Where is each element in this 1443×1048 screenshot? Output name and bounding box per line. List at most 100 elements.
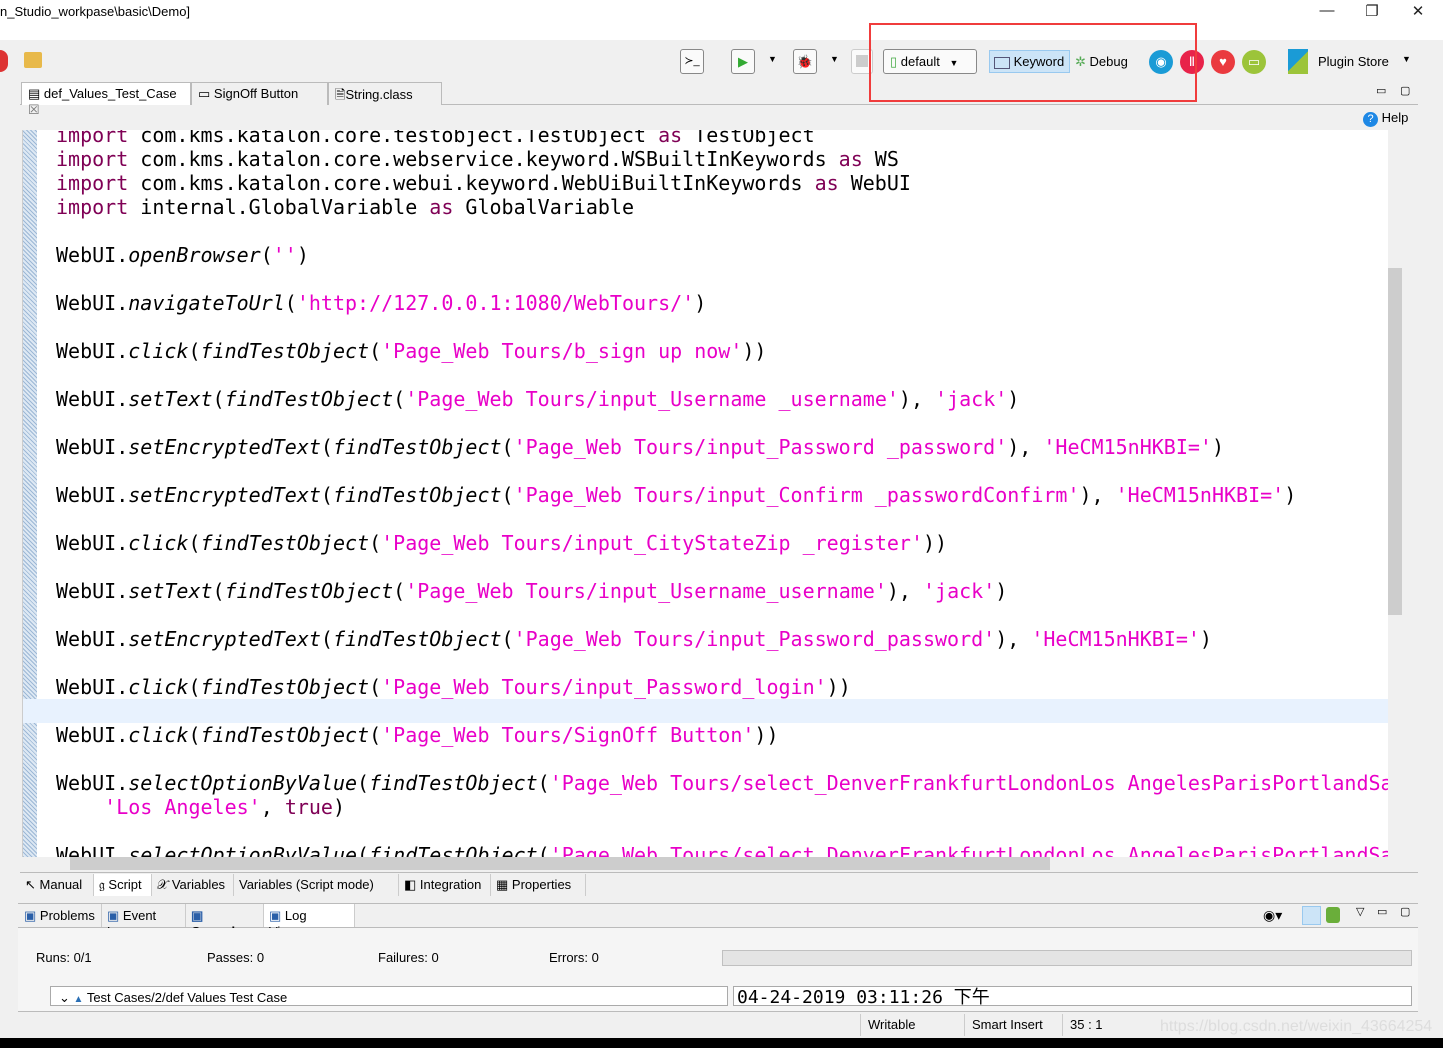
code-line[interactable]: WebUI.setText(findTestObject('Page_Web T… <box>56 387 1388 411</box>
code-line[interactable] <box>56 651 1388 675</box>
code-line[interactable] <box>56 411 1388 435</box>
mode-tab-script[interactable]: 𝔤 Script <box>94 874 152 896</box>
script-icon: 𝔤 <box>99 877 105 892</box>
plugin-store-icon[interactable] <box>1288 49 1308 74</box>
help-button[interactable]: ? Help <box>1363 110 1408 127</box>
maximize-editor-icon[interactable]: ▢ <box>1400 84 1410 97</box>
panel-tab-event-log[interactable]: ▣ Event Log <box>102 904 186 939</box>
code-token: TestObject <box>682 130 815 147</box>
tree-view-icon[interactable] <box>1302 906 1321 925</box>
code-line[interactable]: WebUI.click(findTestObject('Page_Web Tou… <box>56 339 1388 363</box>
code-token: ( <box>320 435 333 459</box>
code-line[interactable]: import internal.GlobalVariable as Global… <box>56 195 1388 219</box>
heart-icon[interactable]: ♥ <box>1211 50 1235 74</box>
code-line[interactable]: import com.kms.katalon.core.testobject.T… <box>56 130 1388 147</box>
current-line[interactable] <box>23 699 1388 723</box>
code-token: ( <box>537 843 550 857</box>
tab-def-values-test-case[interactable]: ▤ def_Values_Test_Case ☒ <box>21 82 191 117</box>
code-token: ) <box>1284 483 1297 507</box>
close-tab-icon[interactable]: ☒ <box>28 102 40 117</box>
code-line[interactable] <box>56 819 1388 843</box>
code-token: internal.GlobalVariable <box>128 195 430 219</box>
horizontal-scrollbar-thumb[interactable] <box>70 857 1050 870</box>
run-dropdown-icon[interactable]: ▼ <box>768 54 777 64</box>
code-token: ( <box>320 627 333 651</box>
code-line[interactable]: WebUI.selectOptionByValue(findTestObject… <box>56 843 1388 857</box>
code-token: ), <box>898 387 936 411</box>
panel-tab-console[interactable]: ▣ Console <box>186 904 264 939</box>
mode-tab-variables-script-mode[interactable]: Variables (Script mode) <box>234 874 399 896</box>
code-line[interactable] <box>56 555 1388 579</box>
code-token: as <box>658 130 683 147</box>
code-line[interactable] <box>56 219 1388 243</box>
terminal-button[interactable]: ≻_ <box>680 49 704 74</box>
code-token: click <box>128 675 189 699</box>
chat-icon[interactable]: ▭ <box>1242 50 1266 74</box>
mode-tab-manual[interactable]: ↖ Manual <box>20 874 94 896</box>
code-line[interactable]: import com.kms.katalon.core.webservice.k… <box>56 147 1388 171</box>
debug-run-button[interactable]: 🐞 <box>793 49 817 74</box>
panel-tab-log-viewer[interactable]: ▣ Log Viewer <box>264 904 355 939</box>
run-button[interactable]: ▶ <box>731 49 755 74</box>
code-line[interactable]: WebUI.click(findTestObject('Page_Web Tou… <box>56 531 1388 555</box>
code-line[interactable] <box>56 603 1388 627</box>
code-line[interactable]: WebUI.setEncryptedText(findTestObject('P… <box>56 483 1388 507</box>
code-content[interactable]: import com.kms.katalon.core.testobject.T… <box>23 130 1388 857</box>
minimize-button[interactable]: — <box>1307 2 1347 22</box>
panel-tab-problems[interactable]: ▣ Problems <box>19 904 102 927</box>
code-line[interactable]: WebUI.navigateToUrl('http://127.0.0.1:10… <box>56 291 1388 315</box>
maximize-panel-icon[interactable]: ▢ <box>1400 905 1410 918</box>
plugin-store-button[interactable]: Plugin Store <box>1318 54 1389 69</box>
code-token: as <box>838 147 863 171</box>
code-token: as <box>429 195 454 219</box>
mode-tab-variables[interactable]: 𝒳 Variables <box>152 874 234 896</box>
log-viewer-icon: ▣ <box>269 908 282 923</box>
tab-signoff-button[interactable]: ▭ SignOff Button <box>191 82 328 105</box>
code-token: findTestObject <box>200 675 370 699</box>
minimize-panel-icon[interactable]: ▭ <box>1377 905 1387 918</box>
code-token: 'Page_Web Tours/input_Username _username… <box>405 387 899 411</box>
plugin-store-dropdown-icon[interactable]: ▼ <box>1402 54 1411 64</box>
code-line[interactable]: WebUI.setEncryptedText(findTestObject('P… <box>56 627 1388 651</box>
lock-icon[interactable] <box>1326 907 1340 923</box>
properties-icon: ▦ <box>496 877 509 892</box>
code-line[interactable]: WebUI.click(findTestObject('Page_Web Tou… <box>56 675 1388 699</box>
code-line[interactable] <box>56 747 1388 771</box>
code-token: 'Page_Web Tours/input_Password _password… <box>513 435 1008 459</box>
code-token: 'jack' <box>922 579 996 603</box>
code-token: 'HeCM15nHKBI=' <box>1043 435 1212 459</box>
code-line[interactable] <box>56 315 1388 339</box>
tab-string-class[interactable]: 🗎String.class <box>328 82 442 105</box>
restore-button[interactable]: ❐ <box>1352 2 1392 22</box>
open-folder-icon[interactable] <box>24 52 42 68</box>
code-line[interactable]: 'Los Angeles', true) <box>56 795 1388 819</box>
watermark: https://blog.csdn.net/weixin_43664254 <box>1160 1018 1433 1035</box>
code-line[interactable]: import com.kms.katalon.core.webui.keywor… <box>56 171 1388 195</box>
view-menu-icon[interactable]: ▽ <box>1356 905 1364 918</box>
code-token: findTestObject <box>332 435 502 459</box>
code-line[interactable]: WebUI.selectOptionByValue(findTestObject… <box>56 771 1388 795</box>
vertical-scrollbar-thumb[interactable] <box>1388 268 1402 615</box>
code-token: ), <box>995 627 1032 651</box>
code-line[interactable] <box>56 507 1388 531</box>
code-token: click <box>128 723 189 747</box>
debug-dropdown-icon[interactable]: ▼ <box>830 54 839 64</box>
chevron-down-icon[interactable]: ⌄ <box>59 990 70 1005</box>
code-token: WebUI. <box>56 531 129 555</box>
mode-tab-integration[interactable]: ◧ Integration <box>399 874 491 896</box>
close-button[interactable]: ✕ <box>1398 2 1438 22</box>
code-token: WebUI. <box>56 723 129 747</box>
view-menu-eye-icon[interactable]: ◉▾ <box>1263 907 1282 924</box>
code-line[interactable] <box>56 363 1388 387</box>
code-line[interactable]: WebUI.setEncryptedText(findTestObject('P… <box>56 435 1388 459</box>
minimize-editor-icon[interactable]: ▭ <box>1376 84 1386 97</box>
code-line[interactable]: WebUI.setText(findTestObject('Page_Web T… <box>56 579 1388 603</box>
code-line[interactable] <box>56 459 1388 483</box>
log-message-field[interactable]: 04-24-2019 03:11:26 下午 <box>733 986 1412 1006</box>
code-line[interactable]: WebUI.openBrowser('') <box>56 243 1388 267</box>
mode-tab-properties[interactable]: ▦ Properties <box>491 874 586 896</box>
code-line[interactable] <box>56 267 1388 291</box>
code-line[interactable]: WebUI.click(findTestObject('Page_Web Tou… <box>56 723 1388 747</box>
test-tree-item[interactable]: ⌄ ▲ Test Cases/2/def Values Test Case <box>50 986 728 1006</box>
script-editor[interactable]: import com.kms.katalon.core.testobject.T… <box>22 130 1388 857</box>
